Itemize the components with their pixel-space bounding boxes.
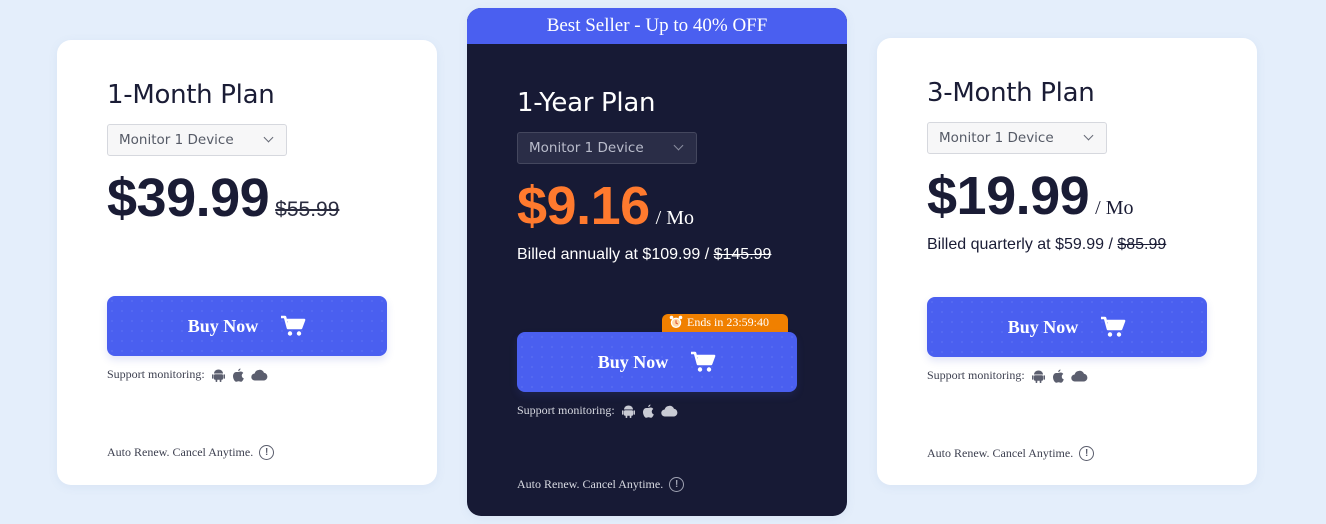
apple-icon xyxy=(1052,369,1064,383)
android-icon xyxy=(621,404,635,418)
cart-icon xyxy=(690,351,716,373)
price: $39.99 xyxy=(107,168,270,228)
android-icon xyxy=(211,368,225,382)
plan-card-1-year: Best Seller - Up to 40% OFF 1-Year Plan … xyxy=(467,8,847,516)
plan-title: 3-Month Plan xyxy=(927,78,1095,108)
old-price: $55.99 xyxy=(275,198,340,221)
billing-note: Billed quarterly at $59.99 / $85.99 xyxy=(927,236,1207,254)
billing-text: Billed annually at $109.99 / xyxy=(517,246,710,263)
countdown-text: Ends in 23:59:40 xyxy=(687,314,770,329)
auto-renew-label: Auto Renew. Cancel Anytime. xyxy=(107,445,254,459)
apple-icon xyxy=(232,368,244,382)
cloud-icon xyxy=(250,369,268,381)
plan-card-3-month: 3-Month Plan Monitor 1 Device $19.99 / M… xyxy=(877,38,1257,485)
auto-renew-note: Auto Renew. Cancel Anytime. ! xyxy=(517,477,685,492)
info-icon[interactable]: ! xyxy=(259,445,275,460)
buy-now-label: Buy Now xyxy=(597,351,669,372)
device-select[interactable]: Monitor 1 Device xyxy=(927,122,1107,154)
support-label: Support monitoring: xyxy=(107,367,205,381)
countdown-badge: Ends in 23:59:40 xyxy=(662,314,788,334)
alarm-clock-icon xyxy=(669,315,683,329)
plan-title: 1-Month Plan xyxy=(107,80,275,110)
chevron-down-icon xyxy=(1083,130,1094,141)
auto-renew-note: Auto Renew. Cancel Anytime. ! xyxy=(107,445,275,460)
support-monitoring: Support monitoring: xyxy=(517,403,678,418)
support-monitoring: Support monitoring: xyxy=(107,367,268,382)
support-monitoring: Support monitoring: xyxy=(927,368,1088,383)
best-seller-banner: Best Seller - Up to 40% OFF xyxy=(467,8,847,44)
buy-now-button[interactable]: Buy Now xyxy=(927,297,1207,357)
cart-icon xyxy=(1100,316,1126,338)
plan-title: 1-Year Plan xyxy=(517,88,656,118)
cart-icon xyxy=(280,315,306,337)
plan-card-1-month: 1-Month Plan Monitor 1 Device $39.99 $55… xyxy=(57,40,437,485)
buy-now-label: Buy Now xyxy=(1007,316,1079,337)
cloud-icon xyxy=(660,405,678,417)
device-select-value: Monitor 1 Device xyxy=(119,132,234,148)
chevron-down-icon xyxy=(673,140,684,151)
billing-text: Billed quarterly at $59.99 / xyxy=(927,236,1113,253)
device-select-value: Monitor 1 Device xyxy=(939,130,1054,146)
info-icon[interactable]: ! xyxy=(669,477,685,492)
buy-now-button[interactable]: Buy Now xyxy=(517,332,797,392)
chevron-down-icon xyxy=(263,132,274,143)
auto-renew-label: Auto Renew. Cancel Anytime. xyxy=(927,446,1074,460)
apple-icon xyxy=(642,404,654,418)
android-icon xyxy=(1031,369,1045,383)
price: $19.99 xyxy=(927,166,1090,226)
device-select-value: Monitor 1 Device xyxy=(529,140,644,156)
buy-now-label: Buy Now xyxy=(187,315,259,336)
per-month: / Mo xyxy=(655,207,694,229)
support-label: Support monitoring: xyxy=(517,403,615,417)
auto-renew-label: Auto Renew. Cancel Anytime. xyxy=(517,477,664,491)
price: $9.16 xyxy=(517,176,650,236)
cloud-icon xyxy=(1070,370,1088,382)
per-month: / Mo xyxy=(1095,197,1134,219)
billing-old-price: $85.99 xyxy=(1117,236,1167,253)
auto-renew-note: Auto Renew. Cancel Anytime. ! xyxy=(927,446,1095,461)
info-icon[interactable]: ! xyxy=(1079,446,1095,461)
device-select[interactable]: Monitor 1 Device xyxy=(107,124,287,156)
billing-note: Billed annually at $109.99 / $145.99 xyxy=(517,246,797,264)
support-label: Support monitoring: xyxy=(927,368,1025,382)
device-select[interactable]: Monitor 1 Device xyxy=(517,132,697,164)
billing-old-price: $145.99 xyxy=(713,246,772,263)
buy-now-button[interactable]: Buy Now xyxy=(107,296,387,356)
